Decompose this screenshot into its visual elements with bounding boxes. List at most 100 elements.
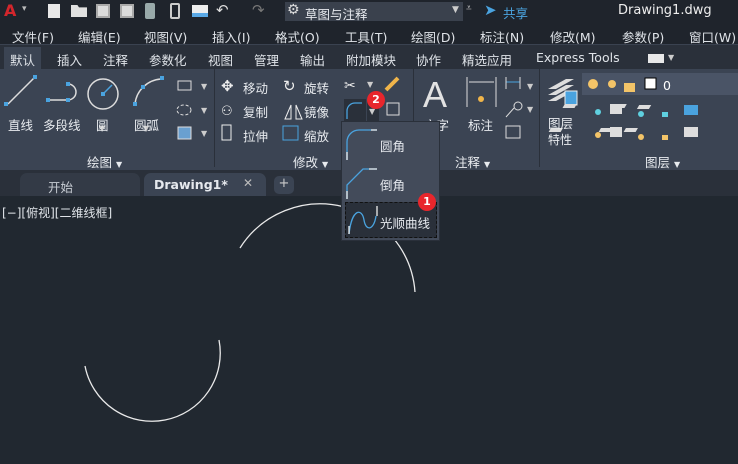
- open-from-cloud-icon[interactable]: [145, 3, 155, 19]
- tab-start[interactable]: 开始: [20, 173, 140, 196]
- fillet-icon: [346, 129, 377, 160]
- menu-modify[interactable]: 修改(M): [550, 27, 596, 46]
- scale-button[interactable]: 缩放: [304, 126, 329, 145]
- linear-dimension-icon: [505, 77, 521, 89]
- line-icon: [4, 75, 37, 106]
- layer-color-swatch: [644, 77, 657, 90]
- dimension-icon: [466, 77, 497, 107]
- share-button[interactable]: 共享: [503, 3, 528, 22]
- tab-view[interactable]: 视图: [202, 49, 239, 70]
- menu-tools[interactable]: 工具(T): [345, 27, 387, 46]
- draw-panel-label[interactable]: 绘图 ▼: [87, 152, 122, 171]
- menu-draw[interactable]: 绘图(D): [411, 27, 455, 46]
- rectangle-icon: [177, 80, 192, 91]
- menu-edit[interactable]: 编辑(E): [78, 27, 121, 46]
- layer-thaw-icon: [608, 80, 616, 88]
- circle-icon: [87, 78, 119, 110]
- undo-icon[interactable]: ↶: [216, 1, 229, 19]
- modify-panel-label[interactable]: 修改 ▼: [293, 152, 328, 171]
- ribbon-tabs: 默认 插入 注释 参数化 视图 管理 输出 附加模块 协作 精选应用 Expre…: [0, 45, 738, 69]
- tab-insert[interactable]: 插入: [51, 49, 88, 70]
- trim-icon: ✂: [344, 78, 356, 94]
- menu-format[interactable]: 格式(O): [275, 27, 320, 46]
- step-badge-2: 2: [367, 91, 385, 109]
- tab-annotate[interactable]: 注释: [97, 49, 134, 70]
- menu-view[interactable]: 视图(V): [144, 27, 187, 46]
- move-icon: ✥: [221, 77, 234, 95]
- tab-express-tools[interactable]: Express Tools: [530, 49, 626, 66]
- redo-icon[interactable]: ↷: [252, 1, 265, 19]
- scale-icon: [282, 125, 299, 141]
- print-icon[interactable]: [192, 5, 208, 17]
- current-layer-name[interactable]: 0: [663, 78, 671, 93]
- menu-file[interactable]: 文件(F): [12, 27, 54, 46]
- tab-home[interactable]: 默认: [4, 47, 42, 69]
- copy-icon: ⚇: [221, 104, 233, 119]
- new-file-icon[interactable]: [48, 4, 60, 18]
- tab-featured-apps[interactable]: 精选应用: [456, 49, 518, 70]
- ellipse-icon: [176, 104, 192, 116]
- dimension-button[interactable]: 标注: [468, 115, 493, 134]
- fillet-label: 圆角: [380, 139, 406, 154]
- fillet-flyout-menu: 圆角 倒角 光顺曲线: [341, 121, 440, 241]
- menu-item-fillet[interactable]: 圆角: [342, 124, 439, 162]
- svg-text:▼: ▼: [201, 106, 208, 115]
- explode-icon: [386, 102, 400, 116]
- annotation-panel-label[interactable]: 注释 ▼: [455, 152, 490, 171]
- line-button[interactable]: 直线: [8, 115, 33, 134]
- menu-insert[interactable]: 插入(I): [212, 27, 250, 46]
- erase-icon: [384, 76, 400, 92]
- layer-properties-button[interactable]: 图层: [548, 113, 573, 132]
- step-badge-1: 1: [418, 193, 436, 211]
- close-tab-icon[interactable]: ✕: [243, 176, 253, 190]
- table-icon: [505, 125, 521, 139]
- svg-text:▼: ▼: [201, 129, 208, 138]
- app-menu-chevron-icon[interactable]: ▾: [22, 4, 27, 14]
- workspace-value: 草图与注释: [305, 7, 368, 22]
- minimize-ribbon-button[interactable]: [648, 54, 664, 63]
- customize-toolbar-icon[interactable]: ⩡: [466, 3, 472, 14]
- layer-on-icon: [588, 79, 598, 89]
- tab-start-label: 开始: [48, 180, 74, 195]
- menu-bar: 文件(F) 编辑(E) 视图(V) 插入(I) 格式(O) 工具(T) 绘图(D…: [0, 23, 738, 45]
- menu-parameters[interactable]: 参数(P): [622, 27, 664, 46]
- tab-drawing1-label: Drawing1*: [154, 177, 228, 192]
- tab-collaborate[interactable]: 协作: [410, 49, 447, 70]
- chevron-down-icon[interactable]: ▼: [668, 53, 674, 62]
- rotate-button[interactable]: 旋转: [304, 78, 329, 97]
- tab-addins[interactable]: 附加模块: [340, 49, 402, 70]
- modify-panel-title: 修改: [293, 155, 319, 170]
- menu-window[interactable]: 窗口(W): [689, 27, 736, 46]
- blend-curves-icon: [348, 206, 378, 235]
- arc-lower: [84, 339, 221, 422]
- chamfer-icon: [346, 168, 377, 199]
- save-icon[interactable]: [96, 4, 110, 18]
- polyline-button[interactable]: 多段线: [43, 115, 81, 134]
- rotate-icon: ↻: [283, 77, 296, 95]
- layers-panel-title: 图层: [645, 155, 671, 170]
- menu-dimension[interactable]: 标注(N): [480, 27, 524, 46]
- mirror-button[interactable]: 镜像: [304, 102, 329, 121]
- blend-curves-label: 光顺曲线: [380, 216, 431, 231]
- share-icon[interactable]: ➤: [484, 1, 497, 19]
- panel-divider: [214, 69, 215, 167]
- copy-button[interactable]: 复制: [243, 102, 268, 121]
- gear-icon: ⚙: [287, 2, 300, 18]
- new-tab-button[interactable]: +: [274, 176, 294, 194]
- arc-button[interactable]: 圆弧: [134, 115, 159, 134]
- workspace-select[interactable]: ⚙ 草图与注释 ▼: [285, 2, 463, 22]
- tab-manage[interactable]: 管理: [248, 49, 285, 70]
- svg-text:▼: ▼: [367, 80, 374, 89]
- move-button[interactable]: 移动: [243, 78, 268, 97]
- draw-panel-title: 绘图: [87, 155, 113, 170]
- layer-properties-button-line2[interactable]: 特性: [548, 131, 572, 148]
- tab-parametric[interactable]: 参数化: [143, 49, 193, 70]
- app-logo-icon[interactable]: A: [4, 1, 16, 20]
- open-file-icon[interactable]: [71, 5, 87, 17]
- save-as-icon[interactable]: [120, 4, 134, 18]
- tab-output[interactable]: 输出: [294, 49, 331, 70]
- circle-button[interactable]: 圆: [96, 115, 109, 134]
- stretch-button[interactable]: 拉伸: [243, 126, 268, 145]
- save-to-cloud-icon[interactable]: [170, 3, 180, 19]
- layers-panel-label[interactable]: 图层 ▼: [645, 152, 680, 171]
